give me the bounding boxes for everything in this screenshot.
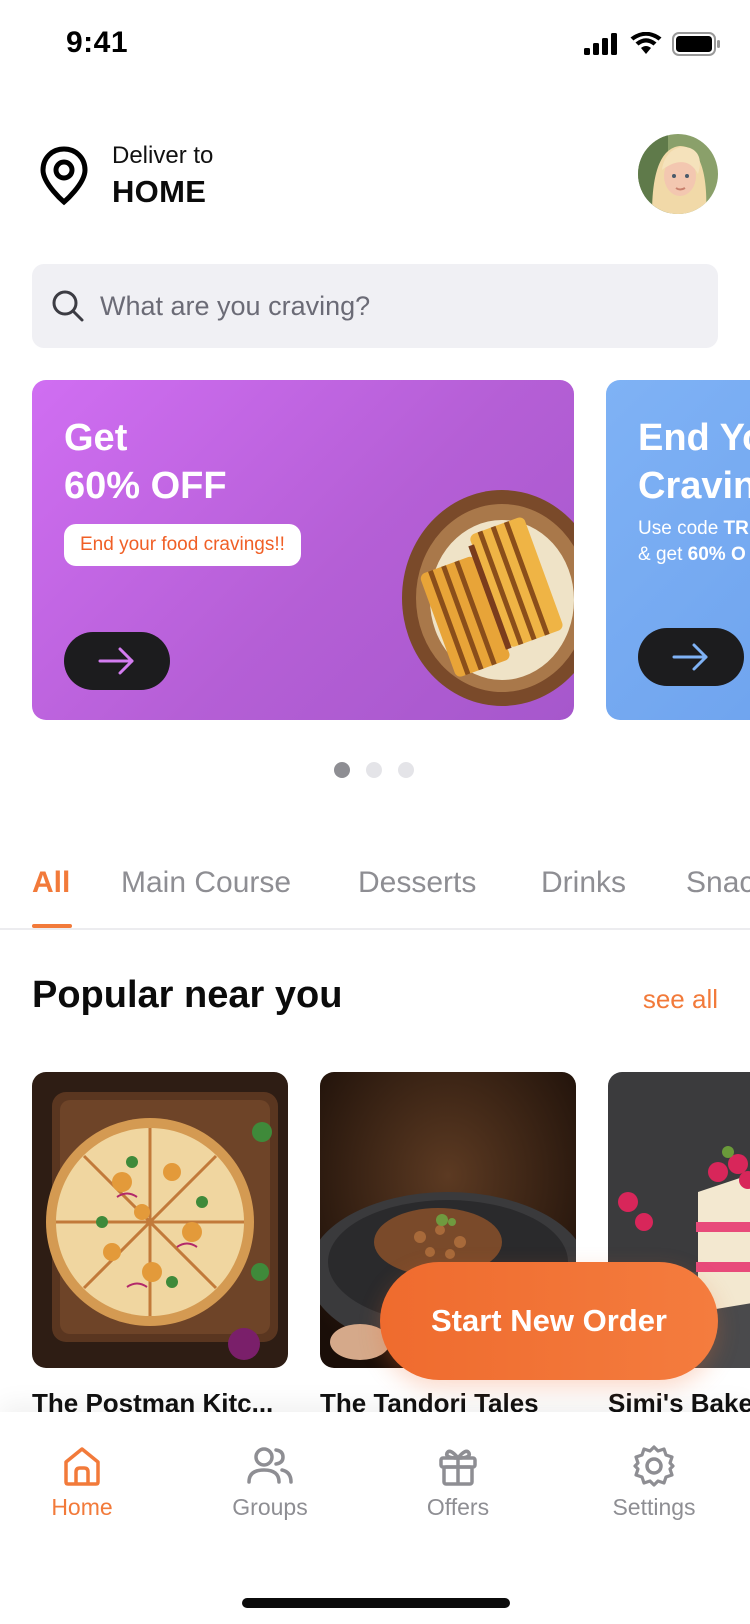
category-tabs: All Main Course Desserts Drinks Snac xyxy=(0,850,750,930)
status-bar: 9:41 xyxy=(0,0,750,90)
promo-tagline: End your food cravings!! xyxy=(64,524,301,566)
avatar-photo xyxy=(638,134,718,214)
arrow-right-icon xyxy=(98,647,134,675)
home-indicator xyxy=(242,1598,510,1608)
sandwich-plate-image xyxy=(402,490,574,706)
section-title: Popular near you xyxy=(32,974,343,1016)
nav-item-offers[interactable]: Offers xyxy=(388,1444,528,1521)
nav-item-home[interactable]: Home xyxy=(12,1444,152,1521)
restaurant-name: The Tandori Tales xyxy=(320,1388,539,1412)
see-all-link[interactable]: see all xyxy=(643,984,718,1015)
carousel-dot[interactable] xyxy=(366,762,382,778)
battery-icon xyxy=(672,32,720,56)
promo-carousel[interactable]: Get 60% OFF End your food cravings!! End… xyxy=(32,380,750,720)
tab-all[interactable]: All xyxy=(32,866,70,900)
cellular-signal-icon xyxy=(584,33,617,55)
delivery-address-selector[interactable]: HOME xyxy=(112,174,206,210)
active-tab-indicator xyxy=(32,924,72,928)
avatar[interactable] xyxy=(638,134,718,214)
nav-label: Groups xyxy=(232,1494,308,1520)
search-input[interactable] xyxy=(100,264,680,348)
groups-icon xyxy=(247,1447,293,1484)
pizza-image xyxy=(32,1072,288,1368)
carousel-pagination xyxy=(334,762,414,778)
restaurant-name: Simi's Bake xyxy=(608,1388,750,1412)
status-icons xyxy=(584,32,720,56)
promo-card[interactable]: Get 60% OFF End your food cravings!! xyxy=(32,380,574,720)
start-new-order-button[interactable]: Start New Order xyxy=(380,1262,718,1380)
promo-title: Get 60% OFF xyxy=(64,417,227,507)
gift-icon xyxy=(439,1449,477,1486)
restaurant-card[interactable]: The Postman Kitc... xyxy=(32,1072,288,1412)
promo-code-text: Use code TR & get 60% O xyxy=(638,518,749,565)
arrow-right-icon xyxy=(672,643,708,671)
nav-item-groups[interactable]: Groups xyxy=(200,1444,340,1521)
nav-item-settings[interactable]: Settings xyxy=(584,1444,724,1521)
promo-go-button[interactable] xyxy=(64,632,170,690)
tab-drinks[interactable]: Drinks xyxy=(541,866,626,900)
deliver-to-label: Deliver to xyxy=(112,142,214,169)
carousel-dot[interactable] xyxy=(398,762,414,778)
tab-snacks[interactable]: Snac xyxy=(686,866,750,900)
tab-desserts[interactable]: Desserts xyxy=(358,866,476,900)
status-time: 9:41 xyxy=(66,26,129,59)
promo-card[interactable]: End Yo Cravin Use code TR & get 60% O xyxy=(606,380,750,720)
restaurant-name: The Postman Kitc... xyxy=(32,1388,274,1412)
home-icon xyxy=(64,1447,100,1486)
bottom-navigation: Home Groups Offers Settings xyxy=(0,1412,750,1624)
settings-icon xyxy=(633,1445,675,1487)
nav-label: Settings xyxy=(612,1494,696,1520)
location-pin-icon[interactable] xyxy=(38,146,90,206)
search-icon xyxy=(52,290,84,322)
promo-title: End Yo Cravin xyxy=(638,417,750,507)
restaurant-image xyxy=(32,1072,288,1368)
promo-go-button[interactable] xyxy=(638,628,744,686)
carousel-dot[interactable] xyxy=(334,762,350,778)
tab-main-course[interactable]: Main Course xyxy=(121,866,291,900)
wifi-icon xyxy=(630,32,662,54)
nav-label: Offers xyxy=(426,1494,490,1520)
delivery-header: Deliver to HOME xyxy=(32,130,718,220)
search-bar[interactable] xyxy=(32,264,718,348)
nav-label: Home xyxy=(51,1494,113,1520)
